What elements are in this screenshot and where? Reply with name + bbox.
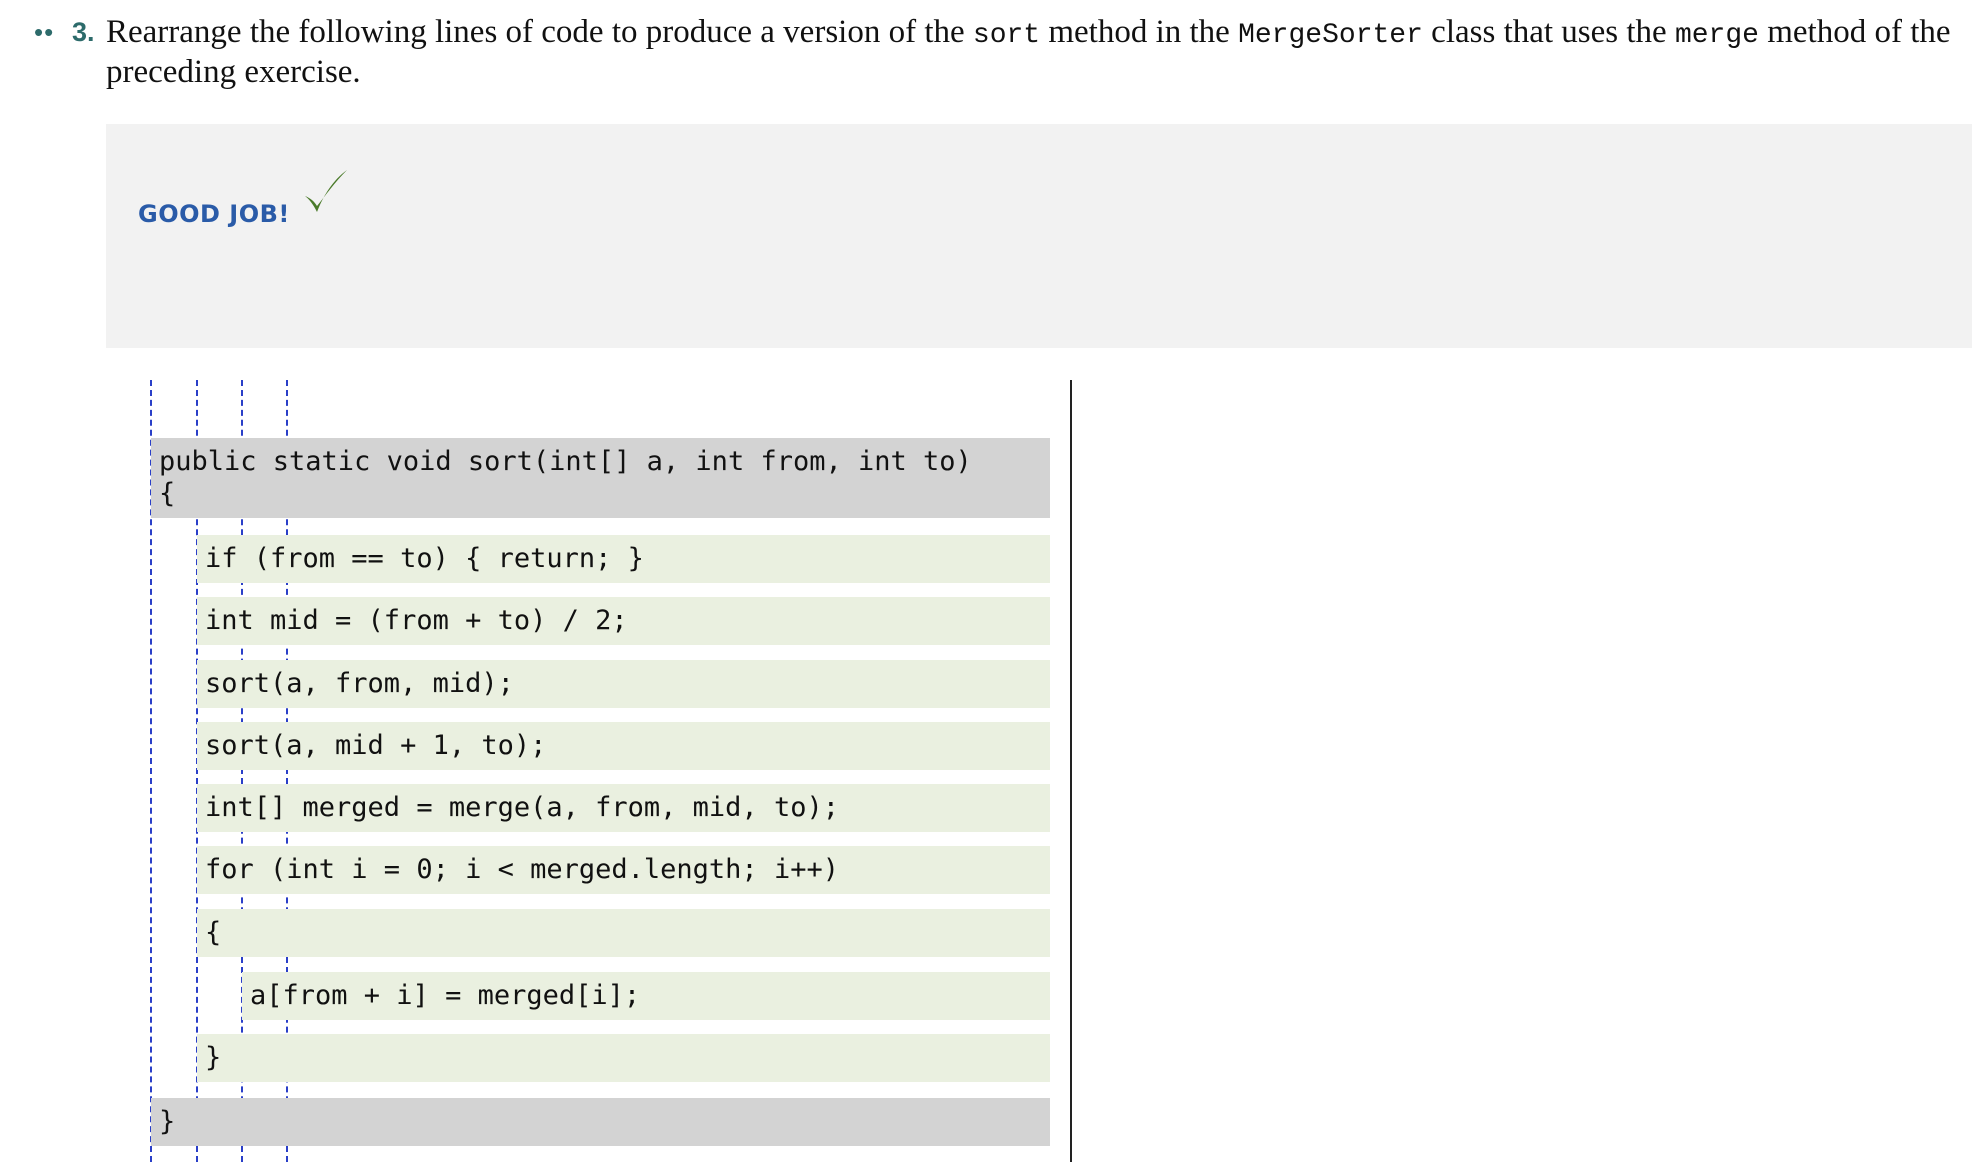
code-tile[interactable]: sort(a, mid + 1, to); [197,722,1050,770]
method-header-tile: public static void sort(int[] a, int fro… [151,438,1050,518]
feedback-message: GOOD JOB! [138,200,290,228]
method-close-brace-tile: } [151,1098,1050,1146]
question-code-sort: sort [972,20,1041,51]
question-text-part: class that uses the [1422,14,1675,50]
difficulty-bullets: •• [34,17,55,47]
question-code-mergesorter: MergeSorter [1238,20,1423,51]
code-tile[interactable]: if (from == to) { return; } [197,535,1050,583]
question-code-merge: merge [1674,20,1759,51]
question-text-part: Rearrange the following lines of code to… [106,14,973,50]
question-text-part: method in the [1040,14,1239,50]
method-signature: public static void sort(int[] a, int fro… [159,446,972,477]
code-tile[interactable]: sort(a, from, mid); [197,660,1050,708]
code-tile[interactable]: a[from + i] = merged[i]; [242,972,1050,1020]
workspace-divider [1070,380,1072,1162]
question-text: Rearrange the following lines of code to… [106,14,1966,91]
code-tile[interactable]: for (int i = 0; i < merged.length; i++) [197,846,1050,894]
code-tile[interactable]: { [197,909,1050,957]
method-open-brace: { [159,478,176,509]
checkmark-icon [301,166,351,223]
code-tile[interactable]: } [197,1034,1050,1082]
code-tile[interactable]: int[] merged = merge(a, from, mid, to); [197,784,1050,832]
feedback-panel: GOOD JOB! [106,124,1972,348]
code-tile[interactable]: int mid = (from + to) / 2; [197,597,1050,645]
question-number: 3. [72,17,95,47]
